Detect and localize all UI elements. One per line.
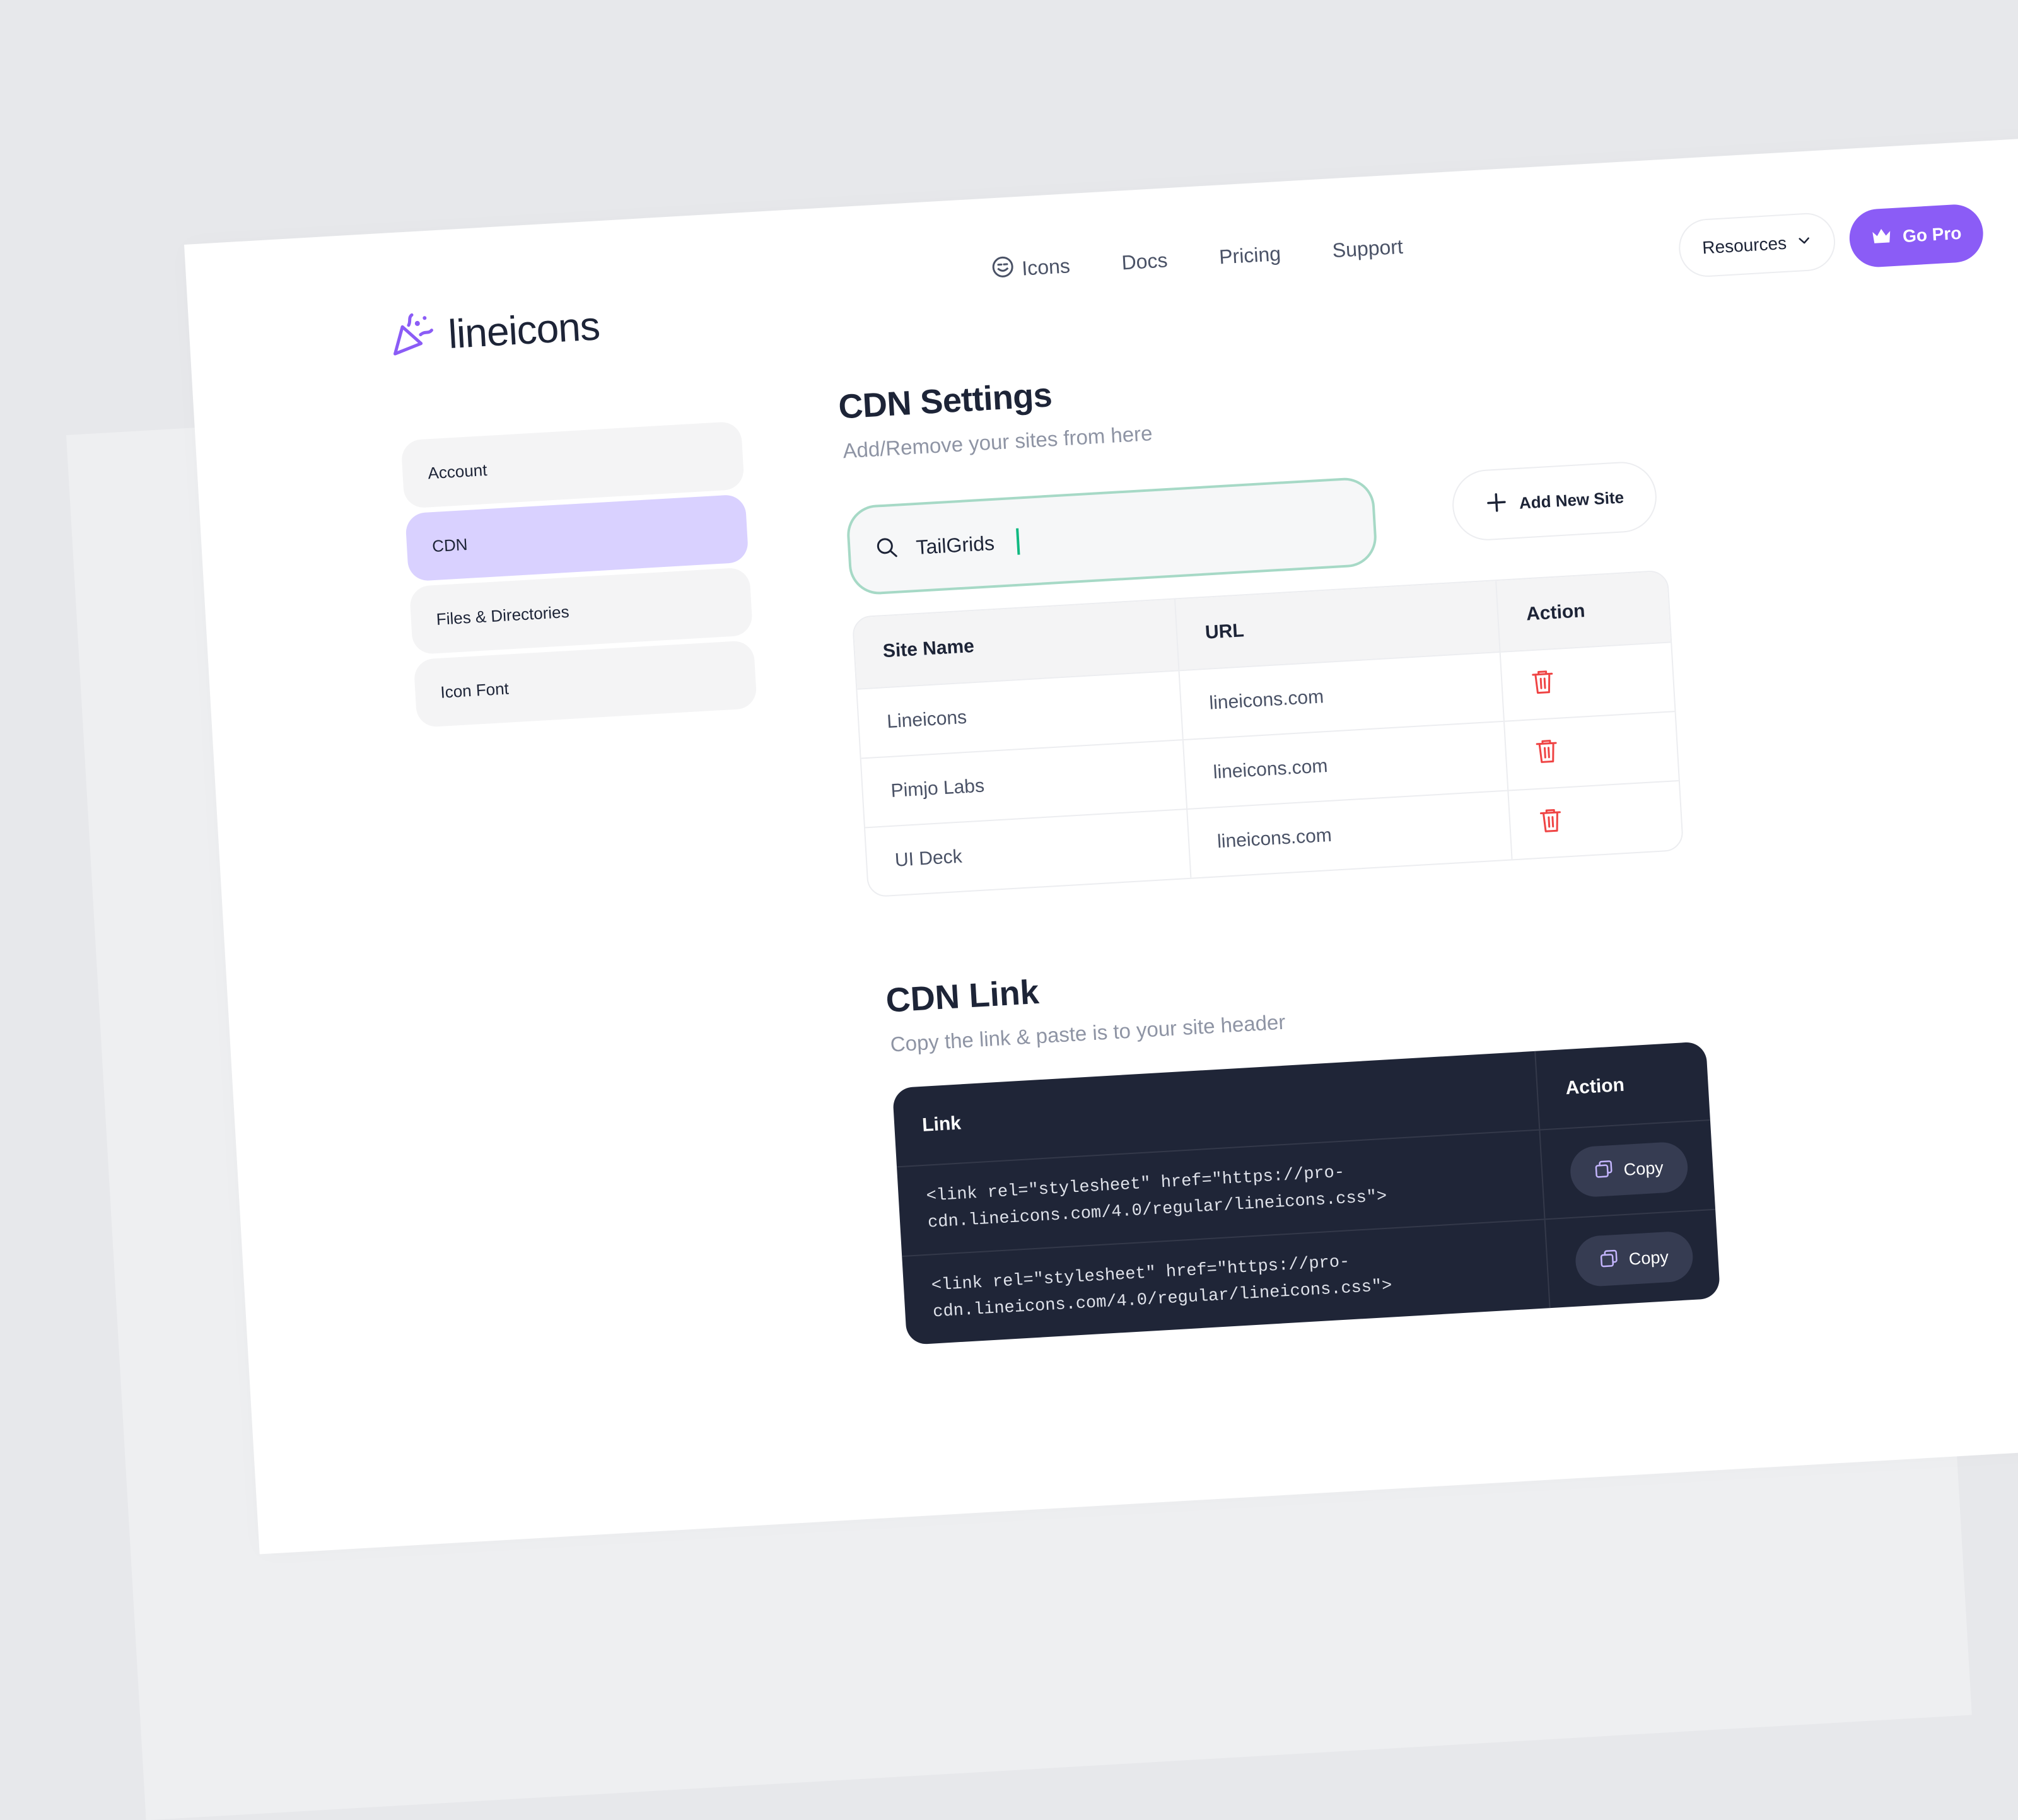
resources-label: Resources: [1701, 233, 1787, 258]
nav-icons-label: Icons: [1021, 254, 1071, 280]
cdn-link-subtitle: Copy the link & paste is to your site he…: [889, 1010, 1286, 1056]
trash-icon: [1534, 737, 1561, 770]
party-popper-icon: [389, 311, 436, 361]
nav-docs[interactable]: Docs: [1121, 248, 1169, 274]
cdn-settings-subtitle: Add/Remove your sites from here: [842, 421, 1153, 463]
plus-icon: [1484, 490, 1508, 518]
crown-icon: [1870, 226, 1893, 250]
smile-icon: [991, 255, 1015, 284]
nav-icons[interactable]: Icons: [991, 252, 1071, 284]
add-new-site-button[interactable]: Add New Site: [1450, 460, 1659, 542]
search-icon: [875, 535, 899, 563]
column-header-action: Action: [1495, 571, 1671, 652]
delete-site-button[interactable]: [1503, 712, 1679, 790]
resources-dropdown[interactable]: Resources: [1677, 211, 1837, 279]
brand-logo[interactable]: lineicons: [389, 301, 601, 361]
sites-table: Site Name URL Action Lineicons lineicons…: [851, 569, 1684, 898]
cdn-settings-title: CDN Settings: [837, 376, 1053, 426]
sidebar-item-cdn[interactable]: CDN: [405, 494, 749, 582]
link-action-cell: Copy: [1544, 1210, 1721, 1309]
add-new-site-label: Add New Site: [1519, 487, 1624, 513]
cdn-link-table: Link Action <link rel="stylesheet" href=…: [892, 1041, 1721, 1345]
column-header-link-action: Action: [1534, 1041, 1710, 1129]
copy-button[interactable]: Copy: [1574, 1230, 1694, 1288]
search-value: TailGrids: [915, 531, 995, 559]
brand-name: lineicons: [446, 302, 601, 357]
page-sheet: lineicons Icons Docs Pricing Support Res…: [184, 133, 2018, 1555]
settings-sidebar: Account CDN Files & Directories Icon Fon…: [400, 421, 757, 733]
sidebar-item-files-directories[interactable]: Files & Directories: [409, 567, 754, 655]
sidebar-item-icon-font[interactable]: Icon Font: [413, 640, 757, 728]
go-pro-label: Go Pro: [1902, 223, 1963, 247]
chevron-down-icon: [1796, 231, 1812, 252]
trash-icon: [1537, 807, 1565, 839]
copy-button[interactable]: Copy: [1569, 1141, 1689, 1198]
cdn-link-title: CDN Link: [885, 972, 1041, 1020]
cdn-link-code[interactable]: <link rel="stylesheet" href="https://pro…: [931, 1247, 1393, 1326]
text-caret: [1016, 528, 1020, 555]
delete-site-button[interactable]: [1507, 781, 1683, 860]
delete-site-button[interactable]: [1499, 643, 1675, 721]
go-pro-button[interactable]: Go Pro: [1848, 202, 1985, 269]
trash-icon: [1529, 668, 1556, 701]
cdn-link-code[interactable]: <link rel="stylesheet" href="https://pro…: [926, 1157, 1388, 1237]
copy-label: Copy: [1628, 1247, 1669, 1269]
copy-icon: [1594, 1158, 1614, 1183]
sidebar-item-account[interactable]: Account: [400, 421, 745, 509]
nav-support[interactable]: Support: [1332, 235, 1404, 262]
site-search-input[interactable]: TailGrids: [845, 476, 1379, 597]
top-nav: Icons Docs Pricing Support: [991, 233, 1404, 284]
link-action-cell: Copy: [1539, 1121, 1716, 1219]
nav-pricing[interactable]: Pricing: [1218, 242, 1281, 269]
copy-icon: [1599, 1248, 1619, 1273]
copy-label: Copy: [1623, 1157, 1664, 1179]
